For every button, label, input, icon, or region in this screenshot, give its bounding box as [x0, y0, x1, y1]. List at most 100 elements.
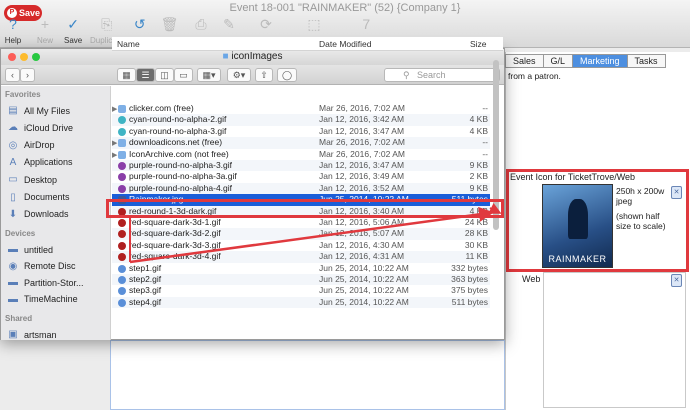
drive-icon: ▬	[8, 277, 18, 289]
search-icon: ⚲	[403, 70, 410, 80]
sidebar-item-applications[interactable]: A Applications	[7, 157, 73, 168]
web-field[interactable]	[543, 272, 686, 408]
delete-icon: 🗑	[160, 16, 179, 32]
sidebar-item-label: TimeMachine	[24, 294, 78, 305]
sidebar-item-downloads[interactable]: ⬇ Downloads	[7, 209, 69, 220]
file-row[interactable]: ▶ IconArchive.com (not free) Mar 26, 2016,…	[112, 149, 490, 160]
disc-icon: ◉	[8, 260, 18, 272]
file-size: 4 KB	[469, 114, 488, 125]
trash-icon[interactable]: ✕	[671, 186, 682, 199]
file-date: Jan 12, 2016, 5:07 AM	[319, 228, 405, 239]
tag-icon[interactable]: ◯	[277, 68, 297, 82]
file-size: 9 KB	[469, 182, 488, 193]
folder-icon	[118, 105, 126, 113]
calendar-icon: 7	[362, 16, 371, 32]
close-icon[interactable]	[8, 53, 16, 61]
file-icon	[118, 230, 126, 239]
date-column-header[interactable]: Date Modified	[319, 39, 371, 49]
file-date: Jun 25, 2014, 10:22 AM	[319, 296, 409, 307]
file-row[interactable]: step4.gif Jun 25, 2014, 10:22 AM 511 bytes	[112, 296, 490, 309]
sidebar-item-documents[interactable]: ▯ Documents	[7, 192, 70, 203]
sidebar-item-untitled[interactable]: ▬ untitled	[7, 244, 53, 255]
file-icon	[118, 127, 126, 136]
patron-text: from a patron.	[508, 71, 561, 81]
file-row[interactable]: cyan-round-no-alpha-2.gif Jan 12, 2016, 3…	[112, 114, 490, 126]
toolbar-label: New	[36, 36, 53, 45]
file-row[interactable]: red-square-dark-3d-4.gif Jan 12, 2016, 4:…	[112, 251, 490, 263]
sidebar-item-all-my-files[interactable]: ▤ All My Files	[7, 105, 70, 116]
file-name: step3.gif	[129, 285, 162, 296]
duplicate-icon: ⎘	[101, 16, 113, 32]
file-row[interactable]: ▶ clicker.com (free) Mar 26, 2016, 7:02 AM…	[112, 103, 490, 114]
file-row[interactable]: red-square-dark-3d-2.gif Jan 12, 2016, 5:…	[112, 228, 490, 240]
save-button[interactable]: ✓ Save	[64, 15, 82, 45]
toolbar-label: Save	[64, 36, 83, 45]
file-size: 4 KB	[469, 125, 488, 136]
sidebar-item-label: Desktop	[24, 174, 58, 185]
file-name: IconArchive.com (not free)	[129, 148, 229, 159]
trash-icon[interactable]: ✕	[671, 274, 682, 287]
column-view-button[interactable]: ◫	[155, 68, 174, 82]
seat-status-icon: ⬚	[307, 16, 321, 32]
file-icon	[118, 184, 126, 193]
tab-sales[interactable]: Sales	[505, 54, 543, 68]
name-column-header[interactable]: Name	[117, 39, 140, 49]
file-row[interactable]: purple-round-no-alpha-4.gif Jan 12, 2016,…	[112, 182, 490, 195]
file-icon	[118, 264, 126, 273]
size-column-header[interactable]: Size	[470, 39, 487, 49]
file-row[interactable]: red-square-dark-3d-1.gif Jan 12, 2016, 5:…	[112, 217, 490, 228]
file-size: --	[482, 137, 488, 148]
disclosure-triangle-icon[interactable]: ▶	[112, 150, 117, 161]
new-button[interactable]: + New	[36, 15, 54, 45]
file-row[interactable]: purple-round-no-alpha-3a.gif Jan 12, 2016…	[112, 171, 490, 182]
all-files-icon: ▤	[8, 105, 18, 116]
sidebar-item-desktop[interactable]: ▭ Desktop	[7, 174, 57, 185]
action-gear-icon[interactable]: ⚙▾	[227, 68, 251, 82]
tab-tasks[interactable]: Tasks	[626, 54, 666, 68]
file-row[interactable]: step3.gif Jun 25, 2014, 10:22 AM 375 bytes	[112, 285, 490, 296]
file-date: Jan 12, 2016, 3:49 AM	[319, 171, 405, 182]
file-date: Jun 25, 2014, 10:22 AM	[319, 285, 409, 296]
file-size: 511 bytes	[451, 296, 488, 307]
sidebar-item-label: artsman	[24, 329, 57, 340]
sidebar-item-artsman[interactable]: ▣ artsman	[7, 329, 57, 340]
file-size: 11 KB	[465, 251, 488, 262]
file-name: step4.gif	[129, 296, 162, 307]
forward-button[interactable]: ›	[20, 68, 35, 82]
file-icon	[118, 219, 126, 227]
search-input[interactable]: ⚲ Search	[384, 68, 500, 82]
sidebar-item-icloud-drive[interactable]: ☁ iCloud Drive	[7, 122, 73, 133]
finder-sidebar: Favorites ▤ All My Files ☁ iCloud Drive ◎ AirD…	[1, 86, 111, 340]
list-view-button[interactable]: ☰	[136, 68, 155, 82]
file-row[interactable]: step1.gif Jun 25, 2014, 10:22 AM 332 bytes	[112, 263, 490, 274]
sidebar-item-airdrop[interactable]: ◎ AirDrop	[7, 140, 55, 151]
sidebar-item-label: Documents	[24, 192, 70, 202]
share-icon[interactable]: ⇧	[255, 68, 273, 82]
cover-flow-button[interactable]: ▭	[174, 68, 193, 82]
help-button[interactable]: ? Help	[4, 15, 22, 45]
file-row[interactable]: purple-round-no-alpha-3.gif Jan 12, 2016,…	[112, 160, 490, 172]
file-row[interactable]: red-square-dark-3d-3.gif Jan 12, 2016, 4:…	[112, 240, 490, 251]
file-size: 332 bytes	[451, 262, 488, 273]
toolbar-label: Help	[4, 36, 22, 45]
event-icon-image[interactable]: RAINMAKER	[542, 184, 613, 268]
sidebar-item-remote-disc[interactable]: ◉ Remote Disc	[7, 261, 76, 272]
disclosure-triangle-icon[interactable]: ▶	[112, 104, 117, 115]
zoom-icon[interactable]	[32, 53, 40, 61]
tab-marketing[interactable]: Marketing	[572, 54, 627, 68]
refresh-icon: ⟳	[260, 16, 272, 32]
arrange-button[interactable]: ▦▾	[197, 68, 221, 82]
sidebar-item-partition-stor-[interactable]: ▬ Partition-Stor...	[7, 277, 84, 288]
file-row[interactable]: ▶ downloadicons.net (free) Mar 26, 2016, 7…	[112, 137, 490, 149]
icon-view-button[interactable]: ▦	[117, 68, 136, 82]
minimize-icon[interactable]	[20, 53, 28, 61]
file-row[interactable]: step2.gif Jun 25, 2014, 10:22 AM 363 bytes	[112, 274, 490, 286]
file-size: 30 KB	[464, 239, 488, 250]
sidebar-item-label: untitled	[24, 244, 54, 255]
back-button[interactable]: ‹	[5, 68, 20, 82]
disclosure-triangle-icon[interactable]: ▶	[112, 138, 117, 149]
sidebar-item-timemachine[interactable]: ▬ TimeMachine	[7, 294, 78, 305]
drive-icon: ▬	[8, 244, 18, 256]
tab-g-l[interactable]: G/L	[542, 54, 573, 68]
file-row[interactable]: cyan-round-no-alpha-3.gif Jan 12, 2016, 3…	[112, 126, 490, 137]
